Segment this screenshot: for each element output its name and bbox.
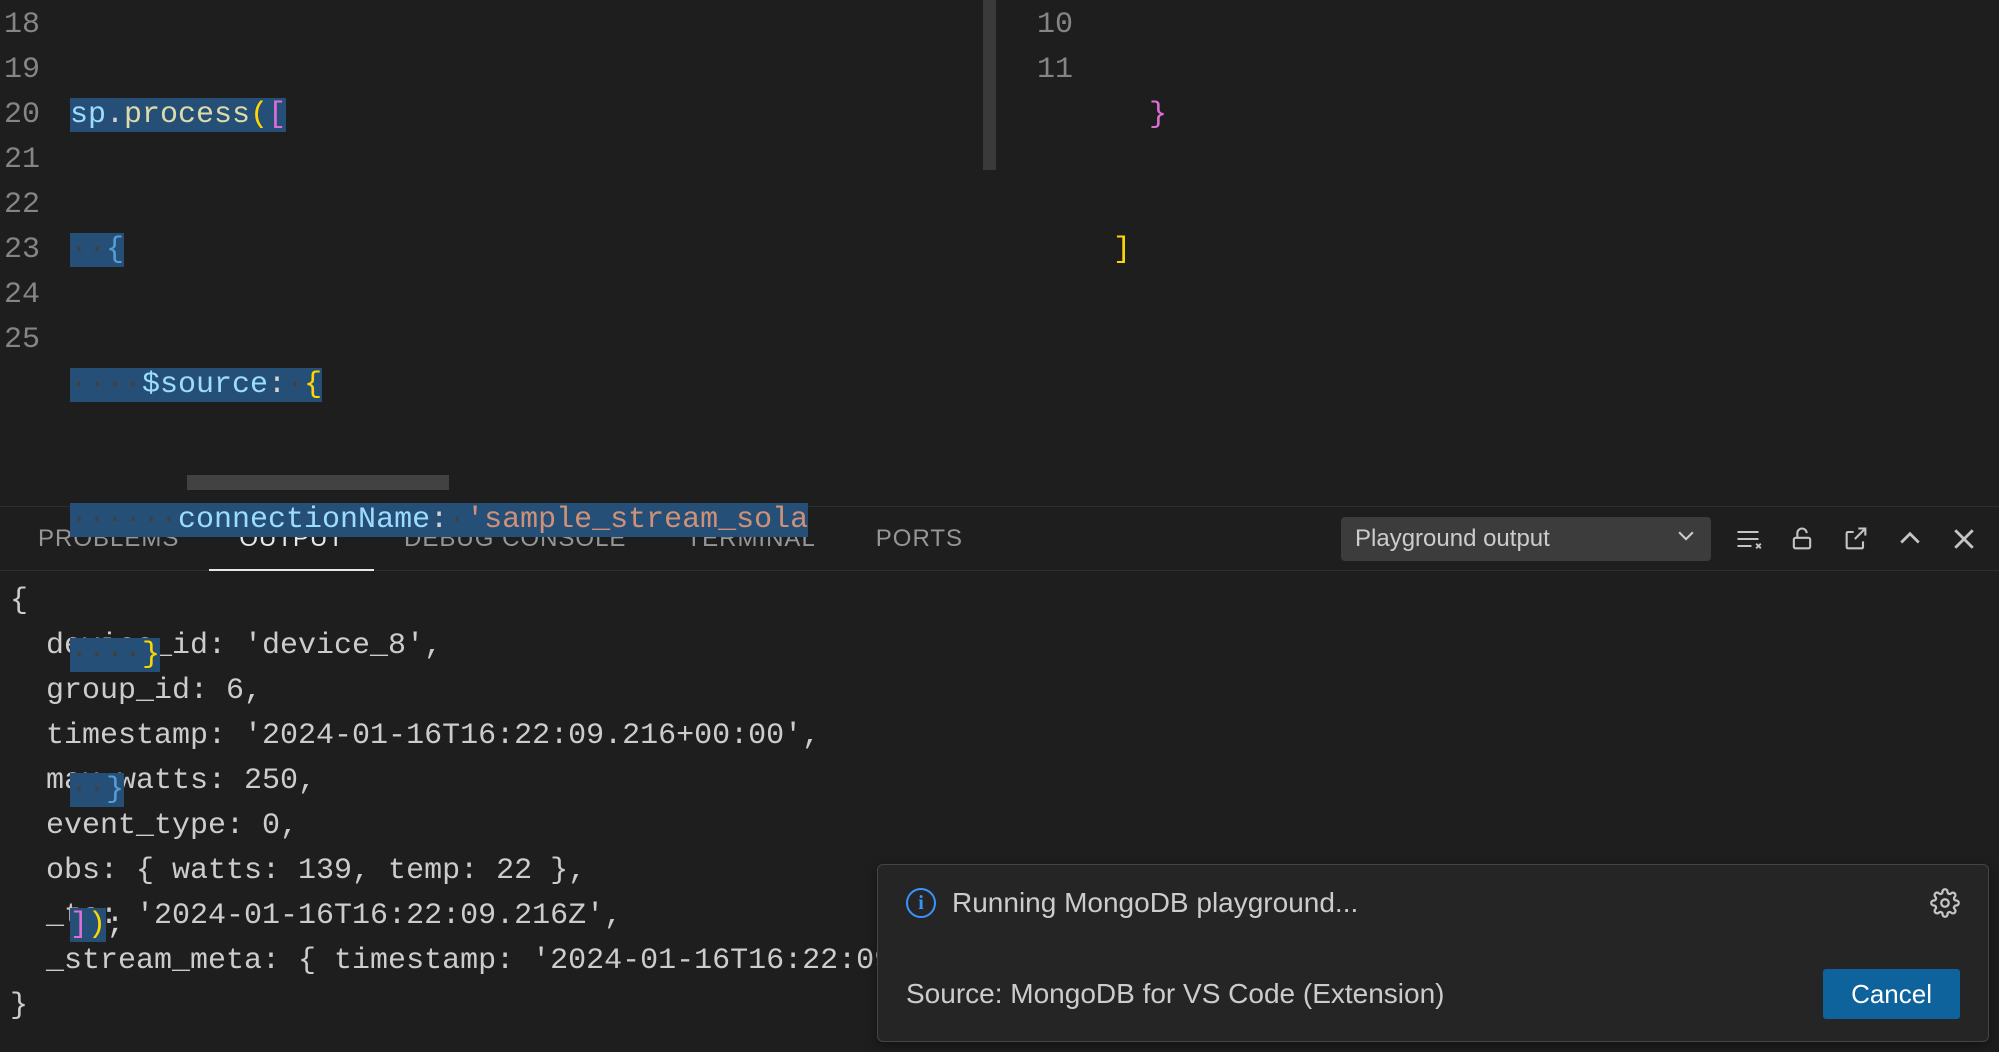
notification-toast: i Running MongoDB playground... Source: … bbox=[877, 864, 1989, 1042]
code-line[interactable] bbox=[70, 1038, 983, 1052]
toast-header: i Running MongoDB playground... bbox=[906, 887, 1960, 919]
horizontal-scrollbar[interactable] bbox=[187, 475, 449, 490]
code-line[interactable]: sp.process([ bbox=[70, 93, 983, 138]
editor-left-pane[interactable]: 18 19 20 21 22 23 24 25 sp.process([ ··{… bbox=[0, 0, 983, 506]
code-line[interactable]: ] bbox=[1113, 228, 1999, 273]
chevron-down-icon bbox=[1675, 524, 1697, 553]
line-number: 11 bbox=[1013, 48, 1113, 93]
code-line[interactable]: ··} bbox=[70, 768, 983, 813]
toast-footer: Source: MongoDB for VS Code (Extension) … bbox=[906, 969, 1960, 1019]
minimap-slider[interactable] bbox=[983, 0, 996, 170]
clear-output-icon[interactable] bbox=[1731, 522, 1765, 556]
line-number-gutter: 10 11 bbox=[983, 0, 1113, 506]
open-file-icon[interactable] bbox=[1839, 522, 1873, 556]
panel-toolbar: Playground output bbox=[1341, 517, 1991, 561]
output-channel-label: Playground output bbox=[1355, 525, 1550, 553]
line-number: 22 bbox=[0, 183, 70, 228]
editor-split: 18 19 20 21 22 23 24 25 sp.process([ ··{… bbox=[0, 0, 1999, 506]
token-key: connectionName bbox=[178, 503, 430, 537]
gear-icon[interactable] bbox=[1930, 888, 1960, 918]
line-number: 20 bbox=[0, 93, 70, 138]
code-line[interactable]: ··{ bbox=[70, 228, 983, 273]
editor-right-pane[interactable]: 10 11 } ] bbox=[983, 0, 1999, 506]
token-string: 'sample_stream_sola bbox=[466, 503, 808, 537]
cancel-button[interactable]: Cancel bbox=[1823, 969, 1960, 1019]
toast-title: Running MongoDB playground... bbox=[952, 887, 1358, 919]
info-icon: i bbox=[906, 888, 936, 918]
code-line[interactable]: ]); bbox=[70, 903, 983, 948]
token-function: process bbox=[124, 98, 250, 132]
line-number: 21 bbox=[0, 138, 70, 183]
lock-open-icon[interactable] bbox=[1785, 522, 1819, 556]
token-key: $source bbox=[142, 368, 268, 402]
line-number: 23 bbox=[0, 228, 70, 273]
line-number: 25 bbox=[0, 318, 70, 363]
close-icon[interactable] bbox=[1947, 522, 1981, 556]
line-number: 10 bbox=[1013, 3, 1113, 48]
line-number: 19 bbox=[0, 48, 70, 93]
token-identifier: sp bbox=[70, 98, 106, 132]
code-area[interactable]: sp.process([ ··{ ····$source:·{ ······co… bbox=[70, 0, 983, 506]
line-number-gutter: 18 19 20 21 22 23 24 25 bbox=[0, 0, 70, 506]
chevron-up-icon[interactable] bbox=[1893, 522, 1927, 556]
code-line[interactable]: ····} bbox=[70, 633, 983, 678]
output-channel-select[interactable]: Playground output bbox=[1341, 517, 1711, 561]
toast-source: Source: MongoDB for VS Code (Extension) bbox=[906, 978, 1444, 1010]
line-number: 18 bbox=[0, 3, 70, 48]
line-number: 24 bbox=[0, 273, 70, 318]
code-line[interactable]: ······connectionName:·'sample_stream_sol… bbox=[70, 498, 983, 543]
code-area[interactable]: } ] bbox=[1113, 0, 1999, 506]
code-line[interactable]: } bbox=[1113, 93, 1999, 138]
code-line[interactable]: ····$source:·{ bbox=[70, 363, 983, 408]
